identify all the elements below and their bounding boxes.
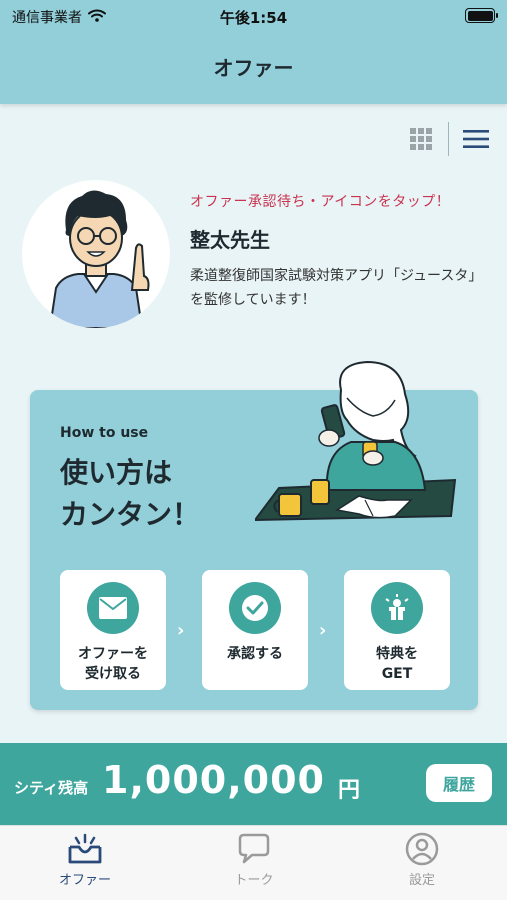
step-label-line1: 承認する [227,646,283,662]
step-label: オファーを 受け取る [60,644,166,684]
balance-unit: 円 [338,778,361,803]
grid-view-icon[interactable] [406,122,436,156]
chat-bubble-icon [194,832,314,866]
step-get-benefit: 特典を GET [344,570,450,690]
view-divider [448,122,449,156]
mail-icon [87,582,139,634]
step-receive-offer: オファーを 受け取る [60,570,166,690]
history-button[interactable]: 履歴 [426,764,492,802]
step-label-line1: 特典を [376,646,418,662]
how-to-use-subtitle: How to use [60,425,149,441]
step-arrow: › [319,620,327,641]
how-to-use-title-line1: 使い方は [60,456,173,489]
how-to-use-title-line2: カンタン！ [60,498,201,531]
offer-status-text: オファー承認待ち・アイコンをタップ！ [190,194,451,210]
view-switch [406,122,491,156]
gift-icon [371,582,423,634]
step-label-line1: オファーを [78,646,148,662]
step-label-line2: 受け取る [85,666,141,682]
tab-label: トーク [234,873,274,888]
user-circle-icon [362,832,482,866]
doctor-avatar[interactable] [22,180,170,328]
status-bar: 通信事業者 午後1:54 [0,0,507,32]
status-time: 午後1:54 [219,9,288,27]
tab-settings[interactable]: 設定 [362,832,482,888]
step-approve: 承認する [202,570,308,690]
balance-amount: 1,000,000 [102,758,325,802]
balance-label: シティ残高 [14,779,89,797]
offer-inbox-icon [25,832,145,866]
tab-label: 設定 [408,873,435,888]
step-arrow: › [177,620,185,641]
tab-label: オファー [58,873,111,888]
page-title: オファー [213,56,294,80]
battery-icon [465,8,498,23]
step-label: 承認する [202,644,308,664]
step-label-line2: GET [381,666,413,682]
how-to-use-title: 使い方は カンタン！ [60,452,200,536]
doctor-name: 整太先生 [190,228,270,252]
check-icon [229,582,281,634]
woman-with-phone-illustration [252,360,460,545]
doctor-description: 柔道整復師国家試験対策アプリ「ジュースタ」を監修しています！ [190,268,483,308]
list-view-icon[interactable] [461,122,491,156]
tab-talk[interactable]: トーク [194,832,314,888]
tab-offer[interactable]: オファー [25,832,145,888]
step-label: 特典を GET [344,644,450,684]
